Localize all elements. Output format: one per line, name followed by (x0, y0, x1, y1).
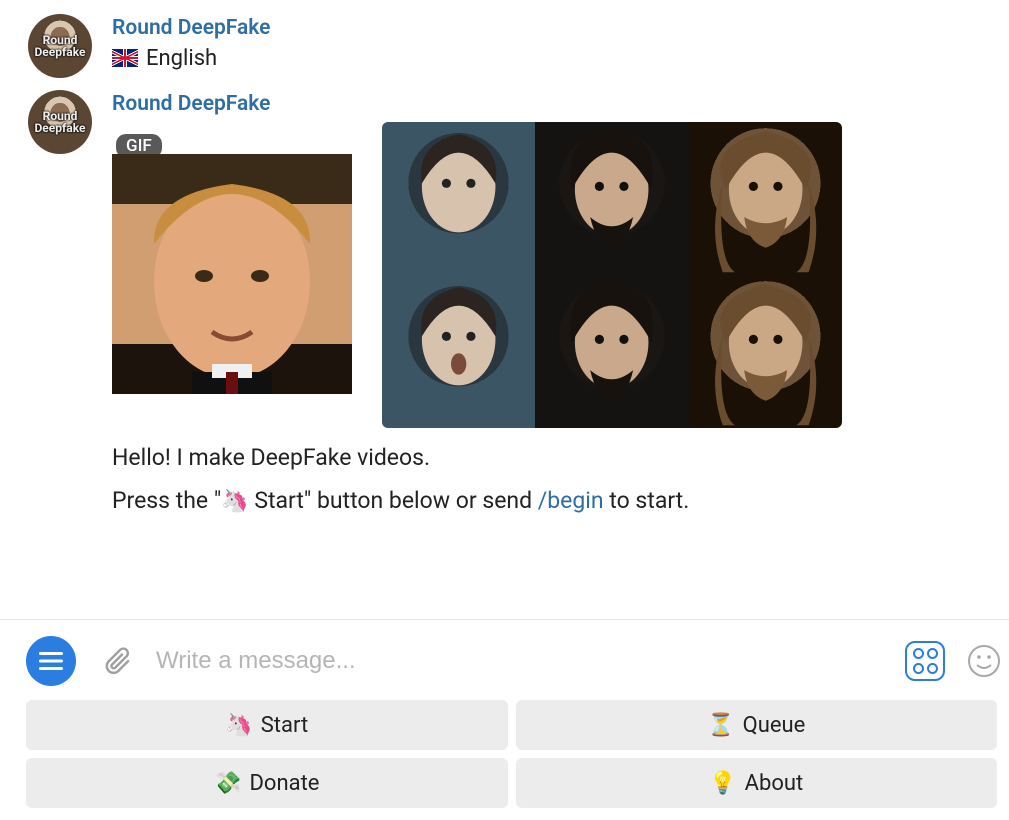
gif-attachment[interactable]: GIF (112, 122, 352, 428)
message-body: Round DeepFake English (112, 14, 993, 71)
begin-command[interactable]: /begin (538, 487, 604, 514)
button-label: Donate (249, 771, 319, 796)
sender-name[interactable]: Round DeepFake (112, 92, 993, 116)
paperclip-icon (104, 645, 134, 677)
avatar-label: RoundDeepfake (35, 34, 86, 58)
queue-button[interactable]: ⏳ Queue (516, 700, 998, 750)
uk-flag-icon (112, 49, 138, 67)
avatar[interactable]: RoundDeepfake (28, 14, 92, 78)
unicorn-icon: 🦄 (221, 489, 248, 514)
dot-icon (913, 663, 924, 674)
bulb-icon: 💡 (709, 771, 736, 796)
grid-cell (689, 275, 842, 428)
start-button[interactable]: 🦄 Start (26, 700, 508, 750)
text-line: Hello! I make DeepFake videos. (112, 442, 993, 473)
money-icon: 💸 (214, 771, 241, 796)
chat-area: RoundDeepfake Round DeepFake English Rou… (0, 0, 1009, 619)
donate-button[interactable]: 💸 Donate (26, 758, 508, 808)
chat-message: RoundDeepfake Round DeepFake GIF (0, 86, 1009, 537)
grid-cell (535, 275, 688, 428)
reply-keyboard: 🦄 Start ⏳ Queue 💸 Donate 💡 About (26, 700, 997, 808)
media-row: GIF (112, 122, 882, 428)
grid-cell (689, 122, 842, 275)
grid-cell (382, 275, 535, 428)
dot-icon (927, 663, 938, 674)
image-grid[interactable] (382, 122, 842, 428)
button-label: Start (261, 713, 308, 738)
composer: 🦄 Start ⏳ Queue 💸 Donate 💡 About (0, 620, 1009, 820)
message-content: English (112, 46, 993, 71)
avatar-label: RoundDeepfake (35, 110, 86, 134)
attach-button[interactable] (102, 644, 136, 678)
chat-message: RoundDeepfake Round DeepFake English (0, 10, 1009, 86)
gif-thumbnail (112, 154, 352, 394)
message-input[interactable] (156, 647, 885, 675)
about-button[interactable]: 💡 About (516, 758, 998, 808)
unicorn-icon: 🦄 (225, 713, 252, 738)
message-body: Round DeepFake GIF (112, 90, 993, 529)
smiley-icon (967, 644, 1001, 678)
grid-cell (535, 122, 688, 275)
message-text: Hello! I make DeepFake videos. Press the… (112, 442, 993, 517)
button-label: Queue (743, 713, 806, 738)
sender-name[interactable]: Round DeepFake (112, 16, 993, 40)
emoji-button[interactable] (965, 642, 1003, 680)
grid-cell (382, 122, 535, 275)
avatar[interactable]: RoundDeepfake (28, 90, 92, 154)
input-row (26, 636, 997, 686)
language-label: English (146, 46, 217, 71)
menu-button[interactable] (26, 636, 76, 686)
hourglass-icon: ⏳ (707, 713, 734, 738)
text-line: Press the "🦄 Start" button below or send… (112, 485, 993, 517)
dot-icon (913, 648, 924, 659)
button-label: About (745, 771, 804, 796)
menu-icon (39, 652, 63, 670)
bot-keyboard-toggle[interactable] (905, 641, 945, 681)
dot-icon (927, 648, 938, 659)
